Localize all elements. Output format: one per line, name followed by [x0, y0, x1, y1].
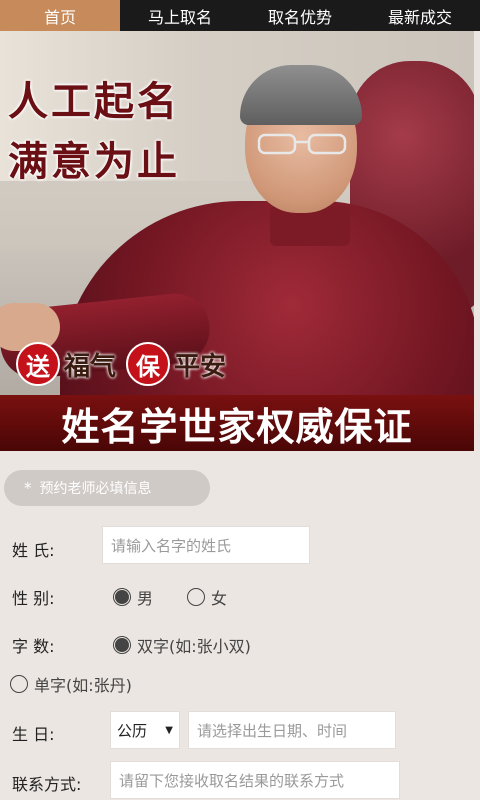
- name-length-option-double[interactable]: 双字(如:张小双): [113, 633, 251, 657]
- gender-male-label: 男: [137, 589, 154, 608]
- slogan-line-2: 满意为止: [8, 138, 180, 185]
- glasses-icon: [257, 133, 347, 155]
- nav-tab-name-now[interactable]: 马上取名: [120, 0, 240, 31]
- contact-input[interactable]: 请留下您接收取名结果的联系方式: [110, 761, 400, 799]
- contact-label: 联系方式:: [12, 775, 82, 794]
- gift-row: 送 福气 保 平安: [16, 342, 236, 386]
- radio-unchecked-icon[interactable]: [187, 588, 205, 606]
- gender-label: 性 别:: [12, 589, 55, 608]
- slogan-line-1: 人工起名: [8, 78, 180, 125]
- top-nav: 首页 马上取名 取名优势 最新成交: [0, 0, 480, 31]
- nav-tab-advantages[interactable]: 取名优势: [240, 0, 360, 31]
- authority-banner: 姓名学世家权威保证: [0, 395, 474, 451]
- birthday-label: 生 日:: [12, 725, 55, 744]
- gift-text-safety: 平安: [174, 351, 227, 382]
- gender-option-male[interactable]: 男: [113, 585, 153, 609]
- radio-checked-icon[interactable]: [113, 636, 131, 654]
- gift-text-fortune: 福气: [64, 351, 117, 382]
- gender-option-female[interactable]: 女: [187, 585, 227, 609]
- birthday-input[interactable]: 请选择出生日期、时间: [188, 711, 396, 749]
- gift-badge-protect: 保: [126, 342, 171, 386]
- radio-unchecked-icon[interactable]: [10, 675, 28, 693]
- calendar-type-value: 公历: [117, 721, 148, 740]
- name-length-option-single[interactable]: 单字(如:张丹): [10, 672, 132, 696]
- dropdown-caret-icon: ▼: [165, 725, 173, 736]
- hero-banner: 人工起名 满意为止 送 福气 保 平安 姓名学世家权威保证: [0, 31, 474, 451]
- name-length-double-label: 双字(如:张小双): [137, 637, 251, 656]
- surname-input[interactable]: 请输入名字的姓氏: [102, 526, 310, 564]
- asterisk-icon: *: [24, 479, 32, 497]
- required-info-notice: * 预约老师必填信息: [4, 470, 210, 506]
- notice-label: 预约老师必填信息: [39, 481, 152, 497]
- calendar-type-select[interactable]: 公历 ▼: [110, 711, 180, 749]
- nav-tab-home[interactable]: 首页: [0, 0, 120, 31]
- gender-female-label: 女: [211, 589, 228, 608]
- name-length-label: 字 数:: [12, 637, 55, 656]
- gift-badge-send: 送: [16, 342, 60, 386]
- name-length-single-label: 单字(如:张丹): [34, 676, 132, 695]
- radio-checked-icon[interactable]: [113, 588, 131, 606]
- surname-label: 姓 氏:: [12, 541, 55, 560]
- nav-tab-latest-deals[interactable]: 最新成交: [360, 0, 480, 31]
